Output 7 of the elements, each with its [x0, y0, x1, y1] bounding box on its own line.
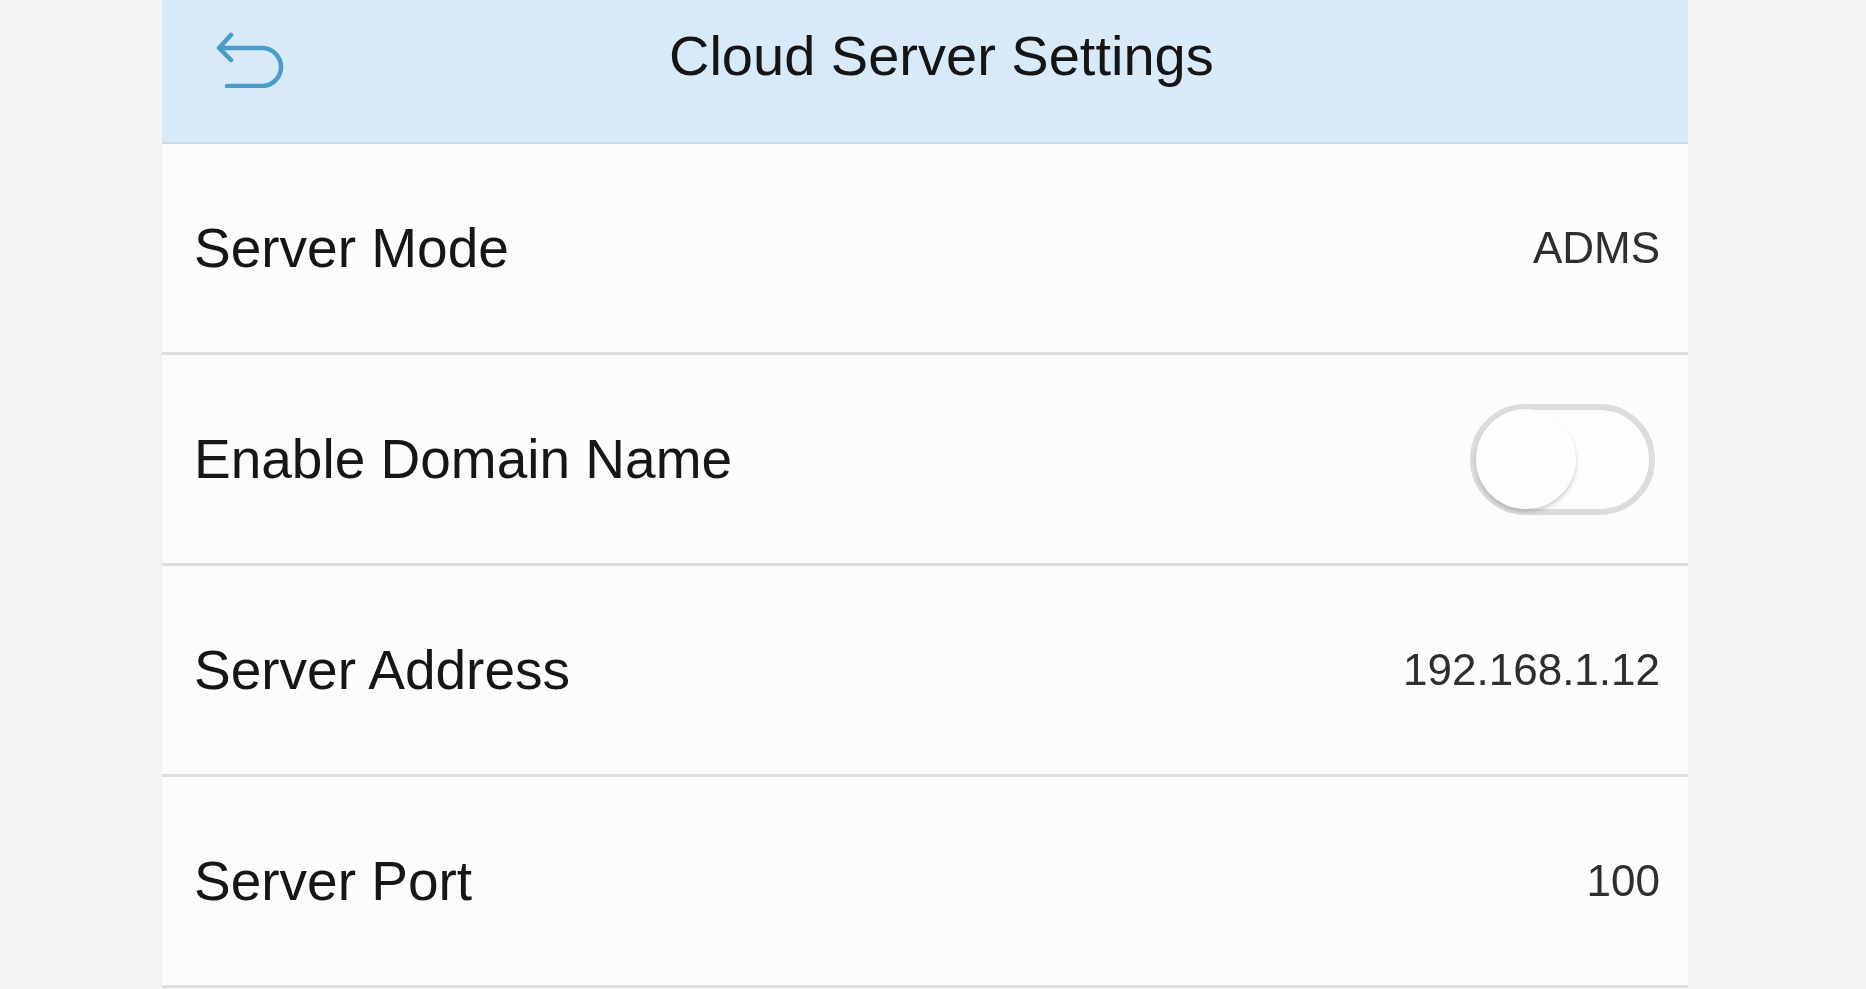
setting-value: ADMS: [1532, 223, 1660, 273]
setting-label: Server Port: [194, 850, 473, 912]
setting-label: Enable Domain Name: [194, 428, 733, 490]
setting-label: Server Address: [194, 639, 570, 701]
setting-label: Server Mode: [194, 217, 509, 279]
setting-value: 192.168.1.12: [1403, 645, 1660, 695]
setting-value: 100: [1586, 856, 1660, 906]
